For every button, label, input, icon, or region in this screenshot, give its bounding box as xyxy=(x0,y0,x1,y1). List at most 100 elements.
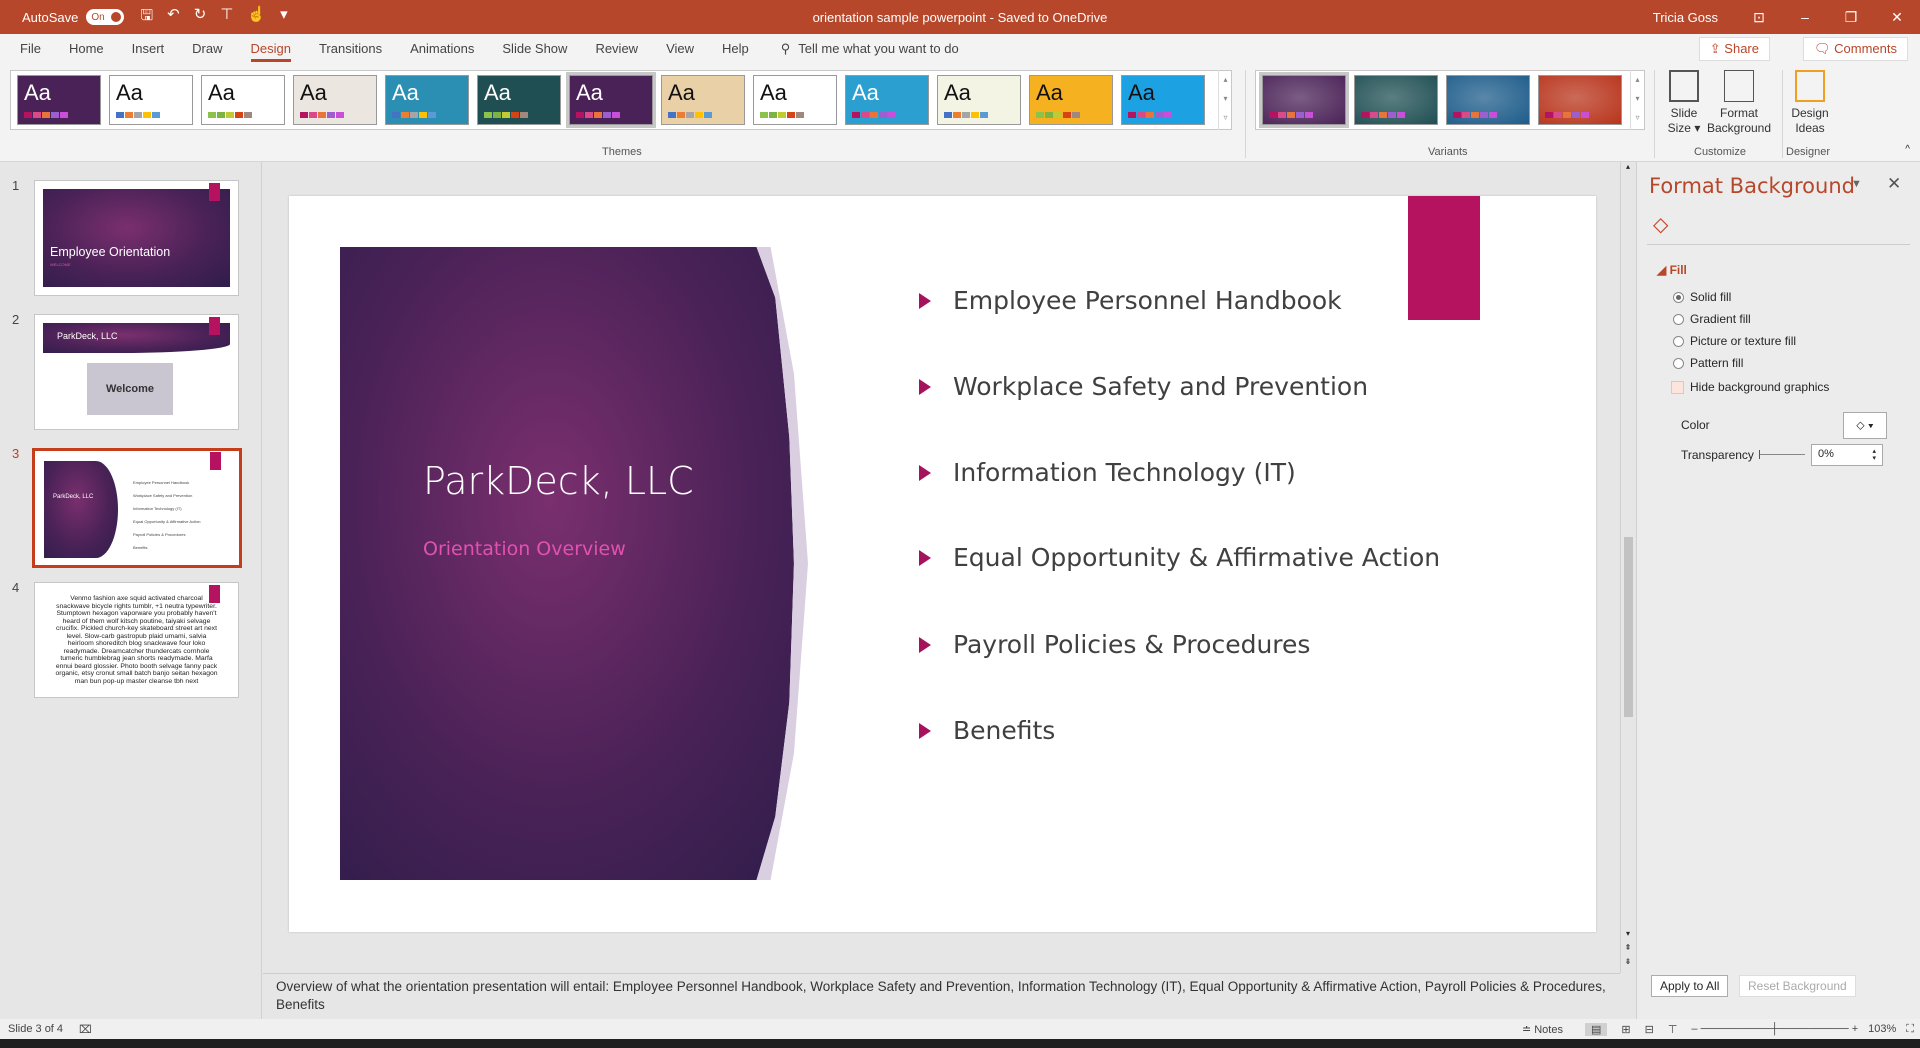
autosave-toggle[interactable]: On xyxy=(86,9,125,25)
bullet-text: Workplace Safety and Prevention xyxy=(953,372,1369,401)
slide-subtitle[interactable]: Orientation Overview xyxy=(423,538,626,560)
transparency-input[interactable]: 0% ▴ ▾ xyxy=(1811,444,1883,466)
close-icon[interactable]: ✕ xyxy=(1874,9,1920,26)
variants-scroll[interactable]: ▴ ▾ ▿ xyxy=(1630,70,1644,130)
tab-review[interactable]: Review xyxy=(581,34,652,64)
redo-icon[interactable]: ↻ xyxy=(194,5,207,30)
tab-design[interactable]: Design xyxy=(237,34,305,64)
tab-insert[interactable]: Insert xyxy=(118,34,179,64)
current-slide[interactable]: ParkDeck, LLC Orientation Overview Emplo… xyxy=(289,196,1596,932)
bullet-item[interactable]: Employee Personnel Handbook xyxy=(919,286,1342,315)
theme-option[interactable]: Aa xyxy=(201,75,285,125)
slide-title[interactable]: ParkDeck, LLC xyxy=(423,459,694,503)
solid-fill-radio[interactable]: Solid fill xyxy=(1673,290,1731,304)
slide-number: 4 xyxy=(12,580,20,595)
slide-thumbnail-4[interactable]: Venmo fashion axe squid activated charco… xyxy=(34,582,239,698)
theme-option[interactable]: Aa xyxy=(753,75,837,125)
fit-slide-icon[interactable]: ⛶ xyxy=(1906,1023,1914,1036)
theme-option[interactable]: Aa xyxy=(845,75,929,125)
transparency-label: Transparency xyxy=(1681,448,1754,462)
theme-option[interactable]: Aa xyxy=(17,75,101,125)
design-ideas-button[interactable]: Design Ideas xyxy=(1788,70,1832,136)
designer-group-label: Designer xyxy=(1786,146,1831,158)
tab-help[interactable]: Help xyxy=(708,34,763,64)
bullet-item[interactable]: Equal Opportunity & Affirmative Action xyxy=(919,543,1440,572)
theme-option[interactable]: Aa xyxy=(1029,75,1113,125)
collapse-ribbon-icon[interactable]: ^ xyxy=(1905,144,1910,155)
bullet-item[interactable]: Information Technology (IT) xyxy=(919,458,1296,487)
tab-file[interactable]: File xyxy=(0,34,55,64)
customize-qat-icon[interactable]: ▾ xyxy=(280,5,288,30)
slide-sorter-icon[interactable]: ⊞ xyxy=(1621,1023,1630,1036)
tab-slide-show[interactable]: Slide Show xyxy=(488,34,581,64)
theme-option[interactable]: Aa xyxy=(385,75,469,125)
slide-thumbnail-3[interactable]: ParkDeck, LLC Employee Personnel Handboo… xyxy=(32,448,242,568)
color-picker-button[interactable]: ⬦ ▾ xyxy=(1843,412,1887,439)
zoom-level[interactable]: 103% xyxy=(1868,1023,1896,1035)
hide-bg-checkbox[interactable]: Hide background graphics xyxy=(1671,380,1829,394)
bullet-item[interactable]: Workplace Safety and Prevention xyxy=(919,372,1368,401)
transparency-slider[interactable] xyxy=(1759,450,1805,459)
user-name[interactable]: Tricia Goss xyxy=(1653,10,1718,25)
fill-section-toggle[interactable]: ◢ Fill xyxy=(1657,263,1687,277)
format-background-button[interactable]: Format Background xyxy=(1704,70,1774,136)
tab-transitions[interactable]: Transitions xyxy=(305,34,396,64)
bullet-item[interactable]: Benefits xyxy=(919,716,1055,745)
close-pane-icon[interactable]: ✕ xyxy=(1887,174,1901,194)
themes-gallery: Aa Aa Aa Aa Aa Aa Aa Aa Aa Aa Aa Aa Aa xyxy=(10,70,1232,130)
theme-option[interactable]: Aa xyxy=(477,75,561,125)
apply-to-all-button[interactable]: Apply to All xyxy=(1651,975,1729,997)
theme-option[interactable]: Aa xyxy=(937,75,1021,125)
slide-size-button[interactable]: Slide Size ▾ xyxy=(1662,70,1706,136)
variant-option[interactable] xyxy=(1259,72,1349,128)
pattern-fill-radio[interactable]: Pattern fill xyxy=(1673,356,1743,370)
zoom-slider[interactable]: – ─────────┼───────── + xyxy=(1691,1023,1858,1035)
notes-button[interactable]: ≐ Notes xyxy=(1522,1023,1563,1036)
scroll-thumb[interactable] xyxy=(1624,537,1633,717)
normal-view-icon[interactable]: ▤ xyxy=(1584,1022,1608,1036)
minimize-icon[interactable]: – xyxy=(1782,9,1828,25)
theme-option[interactable]: Aa xyxy=(293,75,377,125)
reading-view-icon[interactable]: ⊟ xyxy=(1645,1023,1654,1036)
document-title[interactable]: orientation sample powerpoint - Saved to… xyxy=(0,10,1920,25)
notes-text[interactable]: Overview of what the orientation present… xyxy=(276,978,1607,1014)
gradient-fill-radio[interactable]: Gradient fill xyxy=(1673,312,1751,326)
pane-title: Format Background xyxy=(1649,174,1855,198)
format-background-icon xyxy=(1724,70,1754,102)
save-icon[interactable]: 🖫 xyxy=(140,5,153,30)
undo-icon[interactable]: ↶ xyxy=(167,5,180,30)
tab-view[interactable]: View xyxy=(652,34,708,64)
tab-animations[interactable]: Animations xyxy=(396,34,488,64)
touch-mode-icon[interactable]: ☝ xyxy=(247,5,266,30)
notes-pane[interactable]: Overview of what the orientation present… xyxy=(263,973,1620,1019)
variant-option[interactable] xyxy=(1538,75,1622,125)
ribbon-display-icon[interactable]: ⊡ xyxy=(1736,9,1782,26)
pane-options-icon[interactable]: ▼ xyxy=(1851,178,1862,190)
variant-option[interactable] xyxy=(1446,75,1530,125)
design-ideas-icon xyxy=(1795,70,1825,102)
themes-scroll[interactable]: ▴ ▾ ▿ xyxy=(1218,70,1232,130)
tab-draw[interactable]: Draw xyxy=(178,34,236,64)
slide-scrollbar[interactable]: ▴ ▾ ⇞ ⇟ xyxy=(1620,162,1635,973)
theme-option[interactable]: Aa xyxy=(1121,75,1205,125)
share-button[interactable]: ⇪ Share xyxy=(1698,37,1770,61)
slide-thumbnail-2[interactable]: ParkDeck, LLC Welcome xyxy=(34,314,239,430)
restore-icon[interactable]: ❐ xyxy=(1828,9,1874,26)
picture-fill-radio[interactable]: Picture or texture fill xyxy=(1673,334,1796,348)
title-panel xyxy=(340,247,808,880)
theme-option[interactable]: Aa xyxy=(566,72,656,128)
color-label: Color xyxy=(1681,418,1710,432)
variant-option[interactable] xyxy=(1354,75,1438,125)
reset-background-button[interactable]: Reset Background xyxy=(1739,975,1856,997)
slide-thumbnail-1[interactable]: Employee Orientation WELCOME xyxy=(34,180,239,296)
tab-home[interactable]: Home xyxy=(55,34,118,64)
slideshow-icon[interactable]: ⊤ xyxy=(1668,1023,1678,1036)
present-icon[interactable]: ⊤ xyxy=(220,5,233,30)
theme-option[interactable]: Aa xyxy=(109,75,193,125)
accessibility-icon[interactable]: ⌧ xyxy=(79,1023,92,1036)
comments-button[interactable]: 🗨 Comments xyxy=(1803,37,1908,61)
tell-me-search[interactable]: ⚲ Tell me what you want to do xyxy=(781,41,959,57)
theme-option[interactable]: Aa xyxy=(661,75,745,125)
bullet-item[interactable]: Payroll Policies & Procedures xyxy=(919,630,1310,659)
fill-bucket-icon[interactable]: ◇ xyxy=(1653,212,1668,237)
